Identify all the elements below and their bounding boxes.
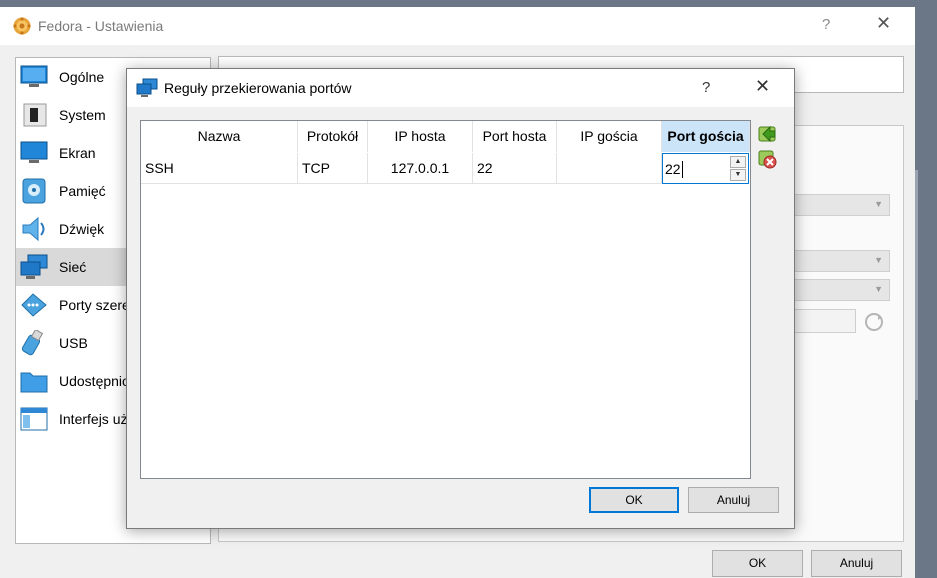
port-rules-table: Nazwa Protokół IP hosta Port hosta IP go… <box>140 120 751 479</box>
sidebar-item-label: Ekran <box>59 145 96 161</box>
usb-icon <box>21 330 44 356</box>
network-icon <box>20 254 48 279</box>
sidebar-item-label: USB <box>59 335 88 351</box>
chevron-down-icon: ▼ <box>874 255 883 265</box>
cell-host-port[interactable]: 22 <box>473 153 557 184</box>
serial-port-icon <box>21 293 47 317</box>
spin-up-button[interactable]: ▲ <box>730 156 746 168</box>
column-header-protocol[interactable]: Protokół <box>298 121 368 152</box>
guest-port-value: 22 <box>665 161 681 177</box>
settings-cancel-button[interactable]: Anuluj <box>811 550 902 577</box>
chevron-down-icon: ▼ <box>874 284 883 294</box>
folder-icon <box>20 372 48 393</box>
dialog-cancel-button[interactable]: Anuluj <box>688 487 779 513</box>
cell-name[interactable]: SSH <box>141 153 298 184</box>
ui-window-icon <box>20 407 48 431</box>
column-header-guest-ip[interactable]: IP gościa <box>557 121 662 152</box>
dialog-ok-button[interactable]: OK <box>589 487 679 513</box>
remove-rule-icon[interactable] <box>756 148 778 170</box>
virtualbox-logo-icon <box>13 17 31 35</box>
guest-port-spinbox[interactable]: 22 ▲ ▼ <box>662 153 749 184</box>
spin-buttons: ▲ ▼ <box>730 156 746 181</box>
text-caret <box>682 161 683 178</box>
window-edge <box>915 170 918 400</box>
dialog-close-button[interactable]: ✕ <box>755 76 770 97</box>
sidebar-item-label: Pamięć <box>59 183 106 199</box>
monitor-icon <box>20 65 48 87</box>
cell-host-ip[interactable]: 127.0.0.1 <box>368 153 473 184</box>
chip-icon <box>23 103 47 127</box>
sidebar-item-label: Sieć <box>59 259 87 275</box>
sidebar-item-label: System <box>59 107 106 123</box>
settings-ok-button[interactable]: OK <box>712 550 803 577</box>
dialog-title: Reguły przekierowania portów <box>164 80 352 96</box>
chevron-down-icon: ▼ <box>874 199 883 209</box>
cell-protocol[interactable]: TCP <box>298 153 368 184</box>
spin-down-button[interactable]: ▼ <box>730 169 746 181</box>
mac-address-field[interactable] <box>793 309 856 333</box>
sidebar-item-label: Ogólne <box>59 69 105 85</box>
refresh-icon[interactable] <box>864 312 884 332</box>
display-icon <box>20 141 48 163</box>
window-titlebar: Fedora - Ustawienia ? ✕ <box>0 7 915 45</box>
add-rule-icon[interactable] <box>756 122 778 144</box>
network-icon <box>136 78 158 97</box>
sidebar-item-label: Dźwięk <box>59 221 105 237</box>
column-header-host-ip[interactable]: IP hosta <box>368 121 473 152</box>
column-header-guest-port[interactable]: Port gościa <box>662 121 750 152</box>
window-title: Fedora - Ustawienia <box>38 18 164 34</box>
column-header-name[interactable]: Nazwa <box>141 121 298 152</box>
disk-icon <box>22 178 46 204</box>
window-help-button[interactable]: ? <box>822 16 830 33</box>
window-close-button[interactable]: ✕ <box>876 13 891 34</box>
column-header-host-port[interactable]: Port hosta <box>473 121 557 152</box>
port-forwarding-dialog: Reguły przekierowania portów ? ✕ Nazwa P… <box>126 68 795 529</box>
speaker-icon <box>22 216 45 242</box>
dialog-titlebar: Reguły przekierowania portów ? ✕ <box>127 69 794 107</box>
dialog-help-button[interactable]: ? <box>702 79 710 96</box>
cell-guest-ip[interactable] <box>557 153 662 184</box>
